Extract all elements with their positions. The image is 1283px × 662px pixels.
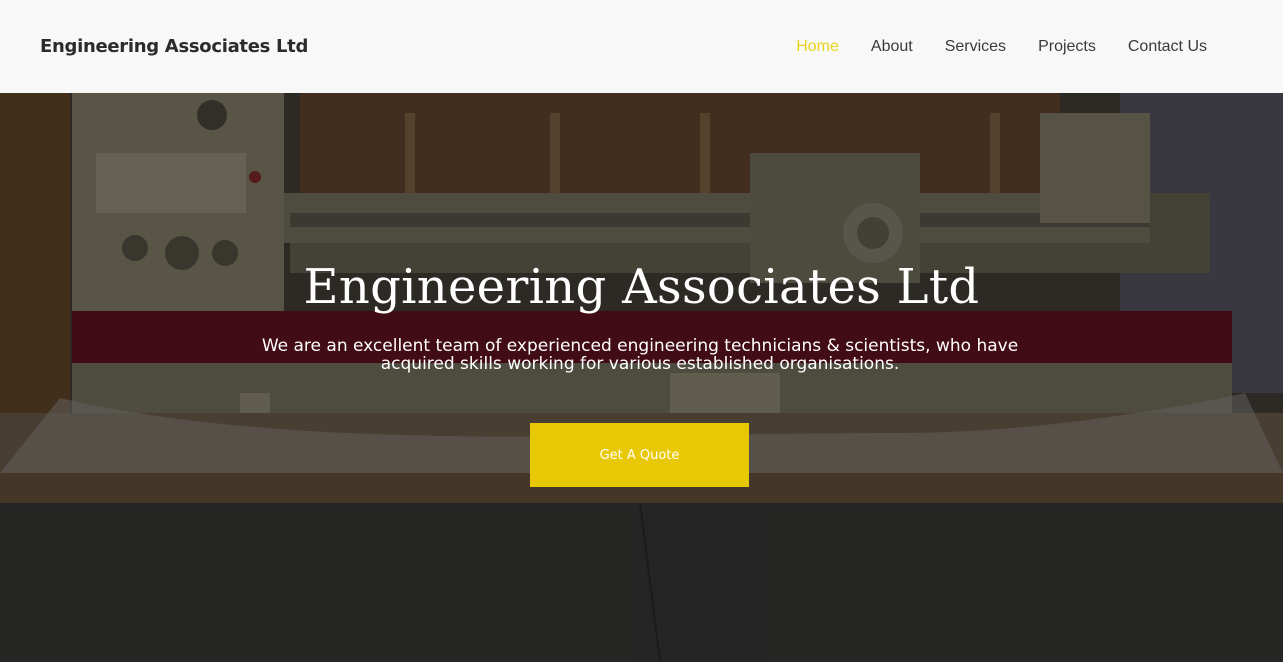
get-a-quote-button[interactable]: Get A Quote: [530, 423, 749, 487]
hero-section: Engineering Associates Ltd We are an exc…: [0, 93, 1283, 662]
hero-subtitle: We are an excellent team of experienced …: [240, 337, 1040, 373]
nav-about[interactable]: About: [855, 38, 929, 56]
hero-overlay: [0, 93, 1283, 662]
main-nav: Home About Services Projects Contact Us: [780, 38, 1223, 56]
hero-subtitle-line-1: We are an excellent team of experienced …: [261, 336, 1019, 356]
nav-projects[interactable]: Projects: [1022, 38, 1112, 56]
nav-services[interactable]: Services: [929, 38, 1022, 56]
hero-title: Engineering Associates Ltd: [303, 259, 980, 315]
nav-home[interactable]: Home: [780, 38, 855, 56]
site-header: Engineering Associates Ltd Home About Se…: [0, 0, 1283, 93]
site-brand[interactable]: Engineering Associates Ltd: [40, 36, 308, 57]
hero-subtitle-line-2: acquired skills working for various esta…: [380, 354, 900, 374]
nav-contact-us[interactable]: Contact Us: [1112, 38, 1223, 56]
